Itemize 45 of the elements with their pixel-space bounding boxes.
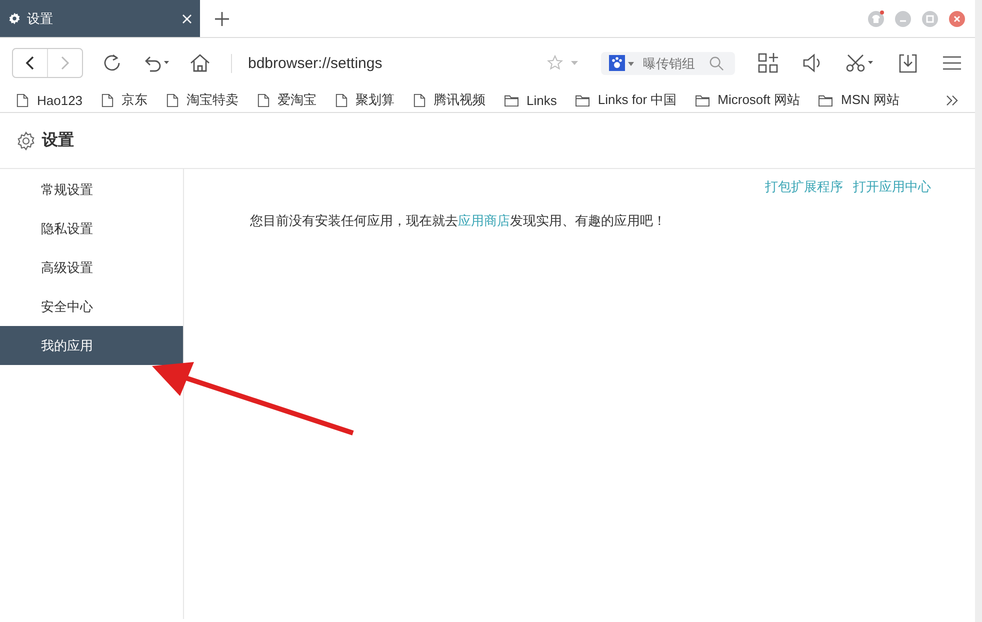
message-text: 您目前没有安装任何应用，现在就去: [250, 213, 458, 228]
add-apps-icon[interactable]: [757, 52, 779, 74]
bookmark-item[interactable]: 聚划算: [334, 91, 395, 109]
search-bar[interactable]: 曝传销组: [601, 52, 735, 74]
star-icon[interactable]: [547, 54, 581, 72]
folder-icon: [694, 94, 710, 106]
home-icon[interactable]: [189, 52, 211, 74]
folder-icon: [818, 94, 833, 106]
settings-icon: [16, 130, 36, 150]
new-tab-icon[interactable]: [214, 10, 230, 26]
search-icon[interactable]: [709, 56, 724, 70]
gear-icon: [8, 12, 21, 25]
bookmark-item[interactable]: 腾讯视频: [412, 91, 486, 109]
sidebar-item[interactable]: 安全中心: [0, 287, 183, 326]
sidebar-item[interactable]: 我的应用: [0, 326, 183, 365]
folder-icon: [504, 94, 519, 106]
page-icon: [412, 92, 426, 108]
browser-tab[interactable]: 设置: [0, 0, 200, 37]
address-field[interactable]: bdbrowser://settings: [246, 54, 547, 72]
bookmark-item[interactable]: MSN 网站: [818, 91, 900, 109]
sidebar-item[interactable]: 隐私设置: [0, 209, 183, 248]
download-icon[interactable]: [897, 52, 919, 74]
page-icon: [100, 92, 114, 108]
bookmark-item[interactable]: 爱淘宝: [256, 91, 317, 109]
scissors-icon[interactable]: [845, 52, 875, 74]
bookmark-item[interactable]: 京东: [100, 91, 148, 109]
message-text: 发现实用、有趣的应用吧！: [510, 213, 666, 228]
close-icon[interactable]: [182, 14, 192, 24]
bookmark-item[interactable]: 淘宝特卖: [166, 91, 239, 109]
page-icon: [256, 92, 270, 108]
page-title: 设置: [42, 130, 74, 151]
page-icon: [16, 92, 29, 108]
folder-icon: [574, 94, 590, 106]
sidebar-item[interactable]: 高级设置: [0, 248, 183, 287]
page-icon: [166, 92, 179, 108]
search-field[interactable]: 曝传销组: [641, 54, 705, 72]
page-icon: [334, 92, 348, 108]
more-chevron-icon[interactable]: [946, 94, 959, 106]
bookmark-item[interactable]: Links for 中国: [574, 91, 677, 109]
bookmark-item[interactable]: Links: [504, 92, 557, 108]
bookmark-item[interactable]: Hao123: [16, 92, 83, 108]
bookmark-item[interactable]: Microsoft 网站: [694, 91, 800, 109]
paw-icon: [609, 55, 637, 71]
sidebar-item[interactable]: 常规设置: [0, 170, 183, 209]
shirt-icon[interactable]: [867, 10, 885, 28]
